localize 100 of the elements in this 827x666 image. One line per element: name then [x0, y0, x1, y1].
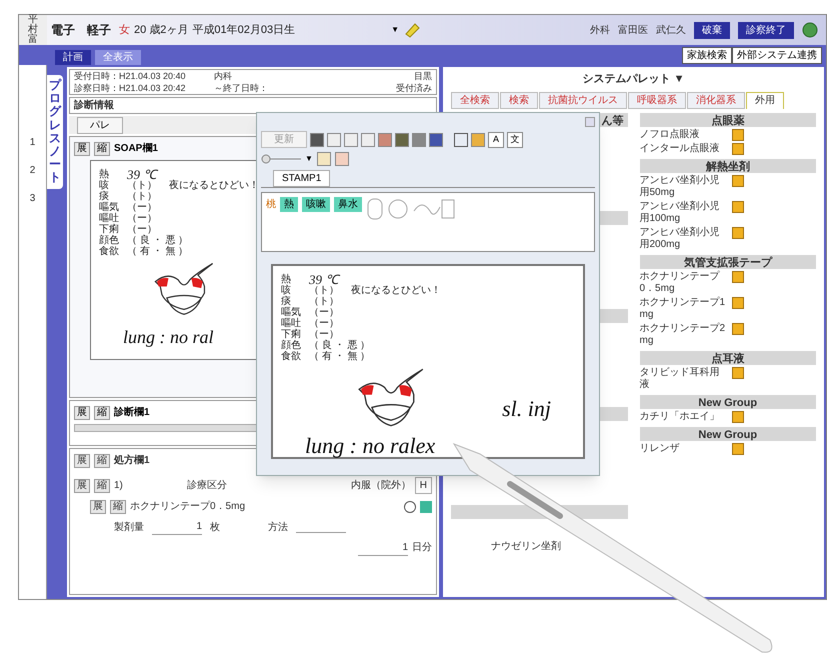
- add-square-icon[interactable]: [732, 410, 744, 422]
- tool-button[interactable]: 外部システム連携: [732, 47, 822, 64]
- pen-icon[interactable]: [316, 152, 331, 166]
- toolbar-tool-icon[interactable]: [361, 132, 375, 146]
- vital-label: 咳: [99, 180, 110, 191]
- pen-tool-icon[interactable]: [471, 132, 485, 146]
- flag-label: H: [414, 477, 432, 494]
- add-square-icon[interactable]: [732, 366, 744, 378]
- toggle-button[interactable]: 展: [74, 454, 90, 468]
- drug-item[interactable]: アンヒバ坐剤小児用200mg: [640, 226, 728, 250]
- text-tool-button[interactable]: 文: [507, 132, 523, 148]
- drug-name: ホクナリンテープ0．5mg: [130, 500, 246, 514]
- header-button[interactable]: 破棄: [694, 22, 730, 38]
- pencil-icon[interactable]: [403, 21, 422, 39]
- add-square-icon[interactable]: [732, 174, 744, 186]
- palette-button[interactable]: パレ: [77, 116, 123, 134]
- stamp-chip[interactable]: 咳嗽: [302, 197, 330, 212]
- drug-item[interactable]: ナウゼリン坐剤: [491, 540, 561, 552]
- vital-value: （ー）: [309, 318, 339, 329]
- view-tab[interactable]: 計画: [55, 50, 91, 65]
- toolbar-tool-icon[interactable]: [344, 132, 358, 146]
- toggle-button[interactable]: 縮: [94, 454, 110, 468]
- palette-title[interactable]: システムパレット ▼: [582, 71, 684, 88]
- rectangle-tool-icon[interactable]: [454, 132, 468, 146]
- dropdown-caret[interactable]: ▼: [391, 24, 400, 36]
- toggle-button[interactable]: 縮: [94, 406, 110, 420]
- toolbar-tool-icon[interactable]: [395, 132, 409, 146]
- add-square-icon[interactable]: [732, 270, 744, 282]
- drug-item[interactable]: ホクナリンテープ2mg: [640, 322, 728, 346]
- globe-icon[interactable]: [802, 22, 818, 38]
- vital-value: （ 有 ・ 無 ）: [127, 246, 188, 257]
- drug-item[interactable]: ノフロ点眼液: [640, 128, 728, 140]
- vital-value: （ー）: [127, 202, 157, 213]
- toggle-button[interactable]: 展: [90, 500, 106, 514]
- vital-label: 咳: [281, 285, 292, 296]
- vital-value: （ー）: [309, 329, 339, 340]
- row-number: 2: [30, 164, 36, 178]
- vital-value: 39 ℃: [309, 274, 338, 285]
- drug-item[interactable]: タリビッド耳科用液: [640, 366, 728, 390]
- dose-unit: 枚: [210, 520, 220, 534]
- add-square-icon[interactable]: [732, 142, 744, 154]
- tab[interactable]: 抗菌抗ウイルス: [539, 92, 627, 108]
- category-value: 内服（院外）: [350, 478, 411, 493]
- tab[interactable]: 消化器系: [687, 92, 745, 108]
- toolbar-tool-icon[interactable]: [378, 132, 392, 146]
- toggle-button[interactable]: 展: [74, 142, 90, 156]
- tab[interactable]: 外用: [746, 92, 784, 108]
- vital-value: （ー）: [309, 307, 339, 318]
- dose-field[interactable]: 1: [152, 519, 202, 535]
- drug-item[interactable]: ホクナリンテープ1mg: [640, 296, 728, 320]
- strip-letter: 村: [28, 25, 38, 35]
- drug-item[interactable]: リレンザ: [640, 442, 728, 454]
- add-square-icon[interactable]: [732, 296, 744, 308]
- dose-label: 製剤量: [114, 520, 144, 534]
- drug-item[interactable]: カチリ「ホエイ」: [640, 410, 728, 422]
- toolbar-tool-icon[interactable]: [327, 132, 341, 146]
- patient-birthdate: 平成01年02月03日生: [192, 22, 296, 38]
- visit-department: 内科: [214, 70, 233, 82]
- header-button[interactable]: 診察終了: [738, 22, 794, 38]
- vital-label: 食欲: [99, 246, 120, 257]
- tool-button[interactable]: 家族検索: [682, 47, 732, 64]
- vital-label: 嘔吐: [99, 213, 120, 224]
- tab[interactable]: 全検索: [451, 92, 499, 108]
- toggle-button[interactable]: 縮: [110, 500, 126, 514]
- vital-label: 顔色: [99, 235, 120, 246]
- dropdown-caret[interactable]: ▼: [305, 153, 313, 165]
- toggle-button[interactable]: 縮: [94, 478, 110, 492]
- status-square-icon: [420, 500, 432, 512]
- toolbar-tool-icon[interactable]: [412, 132, 426, 146]
- vital-label: 食欲: [281, 351, 302, 362]
- stamp-chip[interactable]: 熱: [280, 197, 298, 212]
- stamp-tab[interactable]: STAMP1: [273, 170, 330, 187]
- drug-item[interactable]: ホクナリンテープ0．5mg: [640, 270, 728, 294]
- tab[interactable]: 呼吸器系: [628, 92, 686, 108]
- text-tool-button[interactable]: A: [488, 132, 504, 148]
- stamp-chip[interactable]: 鼻水: [334, 197, 362, 212]
- toggle-button[interactable]: 縮: [94, 142, 110, 156]
- toggle-button[interactable]: 展: [74, 478, 90, 492]
- strip-letter: 平: [28, 15, 38, 25]
- vertical-tab[interactable]: プログレスノート: [47, 75, 63, 188]
- add-square-icon[interactable]: [732, 442, 744, 454]
- marker-icon[interactable]: [334, 152, 349, 166]
- section-title: 処方欄1: [114, 453, 150, 468]
- drug-item[interactable]: アンヒバ坐剤小児用100mg: [640, 200, 728, 224]
- add-square-icon[interactable]: [732, 322, 744, 334]
- days-field[interactable]: 1: [358, 540, 408, 556]
- drug-item[interactable]: インタール点眼液: [640, 142, 728, 154]
- line-width-slider-icon[interactable]: [261, 154, 301, 164]
- vital-value: （ー）: [127, 213, 157, 224]
- vital-label: 下痢: [281, 329, 302, 340]
- drug-item[interactable]: アンヒバ坐剤小児用50mg: [640, 174, 728, 198]
- tab[interactable]: 検索: [500, 92, 538, 108]
- toolbar-tool-icon[interactable]: [429, 132, 443, 146]
- add-square-icon[interactable]: [732, 200, 744, 212]
- add-square-icon[interactable]: [732, 128, 744, 140]
- rp-number: 1): [114, 479, 123, 493]
- add-square-icon[interactable]: [732, 226, 744, 238]
- toggle-button[interactable]: 展: [74, 406, 90, 420]
- anatomy-stamps-drawing[interactable]: [366, 197, 456, 221]
- toolbar-tool-icon[interactable]: [310, 132, 324, 146]
